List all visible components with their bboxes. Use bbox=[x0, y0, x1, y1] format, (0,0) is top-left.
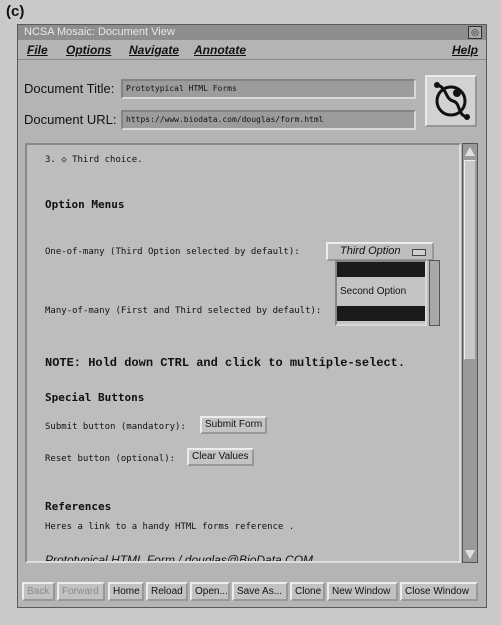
clear-values-button[interactable]: Clear Values bbox=[187, 448, 254, 466]
document-url-field[interactable]: https://www.biodata.com/douglas/form.htm… bbox=[121, 110, 416, 130]
third-choice-radio[interactable]: 3. ◇ Third choice. bbox=[45, 155, 143, 165]
open-button[interactable]: Open... bbox=[190, 582, 230, 601]
scroll-up-icon[interactable] bbox=[465, 147, 475, 156]
references-heading: References bbox=[45, 500, 112, 513]
title-bar[interactable]: NCSA Mosaic: Document View ◎ bbox=[18, 25, 486, 40]
list-scrollbar[interactable] bbox=[429, 260, 440, 326]
clone-button[interactable]: Clone bbox=[290, 582, 325, 601]
many-of-many-label: Many-of-many (First and Third selected b… bbox=[45, 306, 322, 316]
window-title: NCSA Mosaic: Document View bbox=[24, 26, 175, 38]
multiselect-note: NOTE: Hold down CTRL and click to multip… bbox=[45, 356, 406, 370]
document-footer[interactable]: Prototypical HTML Form / douglas@BioData… bbox=[45, 553, 313, 561]
list-item-first[interactable] bbox=[337, 262, 425, 277]
window-close-icon[interactable]: ◎ bbox=[468, 26, 482, 39]
menu-navigate[interactable]: Navigate bbox=[129, 43, 179, 57]
third-option-menu[interactable]: Third Option bbox=[326, 242, 434, 261]
document-url-label: Document URL: bbox=[24, 112, 117, 127]
menu-help[interactable]: Help bbox=[452, 43, 478, 57]
one-of-many-label: One-of-many (Third Option selected by de… bbox=[45, 247, 300, 257]
reload-button[interactable]: Reload bbox=[146, 582, 188, 601]
many-of-many-list[interactable]: Second Option bbox=[335, 260, 427, 326]
menu-bar: File Options Navigate Annotate Help bbox=[18, 40, 486, 60]
mosaic-logo-icon[interactable] bbox=[425, 75, 477, 127]
menu-file[interactable]: File bbox=[27, 43, 48, 57]
home-button[interactable]: Home bbox=[108, 582, 144, 601]
document-title-field[interactable]: Prototypical HTML Forms bbox=[121, 79, 416, 99]
mosaic-window: NCSA Mosaic: Document View ◎ File Option… bbox=[17, 24, 487, 608]
scroll-down-icon[interactable] bbox=[465, 550, 475, 559]
reset-label: Reset button (optional): bbox=[45, 454, 176, 464]
document-content[interactable]: 3. ◇ Third choice. Option Menus One-of-m… bbox=[25, 143, 461, 563]
new-window-button[interactable]: New Window bbox=[327, 582, 398, 601]
option-menus-heading: Option Menus bbox=[45, 198, 125, 211]
back-button[interactable]: Back bbox=[22, 582, 55, 601]
forward-button[interactable]: Forward bbox=[57, 582, 105, 601]
option-menu-indicator-icon bbox=[412, 249, 426, 256]
save-as-button[interactable]: Save As... bbox=[232, 582, 288, 601]
special-buttons-heading: Special Buttons bbox=[45, 391, 145, 404]
document-title-label: Document Title: bbox=[24, 81, 115, 96]
close-window-button[interactable]: Close Window bbox=[400, 582, 478, 601]
list-item-second[interactable]: Second Option bbox=[337, 277, 425, 306]
references-link[interactable]: Heres a link to a handy HTML forms refer… bbox=[45, 522, 294, 532]
submit-form-button[interactable]: Submit Form bbox=[200, 416, 268, 434]
scroll-thumb[interactable] bbox=[464, 160, 476, 360]
option-menu-value: Third Option bbox=[340, 245, 401, 257]
document-scrollbar[interactable] bbox=[462, 143, 478, 563]
list-item-third[interactable] bbox=[337, 306, 425, 321]
menu-annotate[interactable]: Annotate bbox=[194, 43, 246, 57]
menu-options[interactable]: Options bbox=[66, 43, 111, 57]
figure-label: (c) bbox=[6, 3, 25, 20]
submit-label: Submit button (mandatory): bbox=[45, 422, 186, 432]
